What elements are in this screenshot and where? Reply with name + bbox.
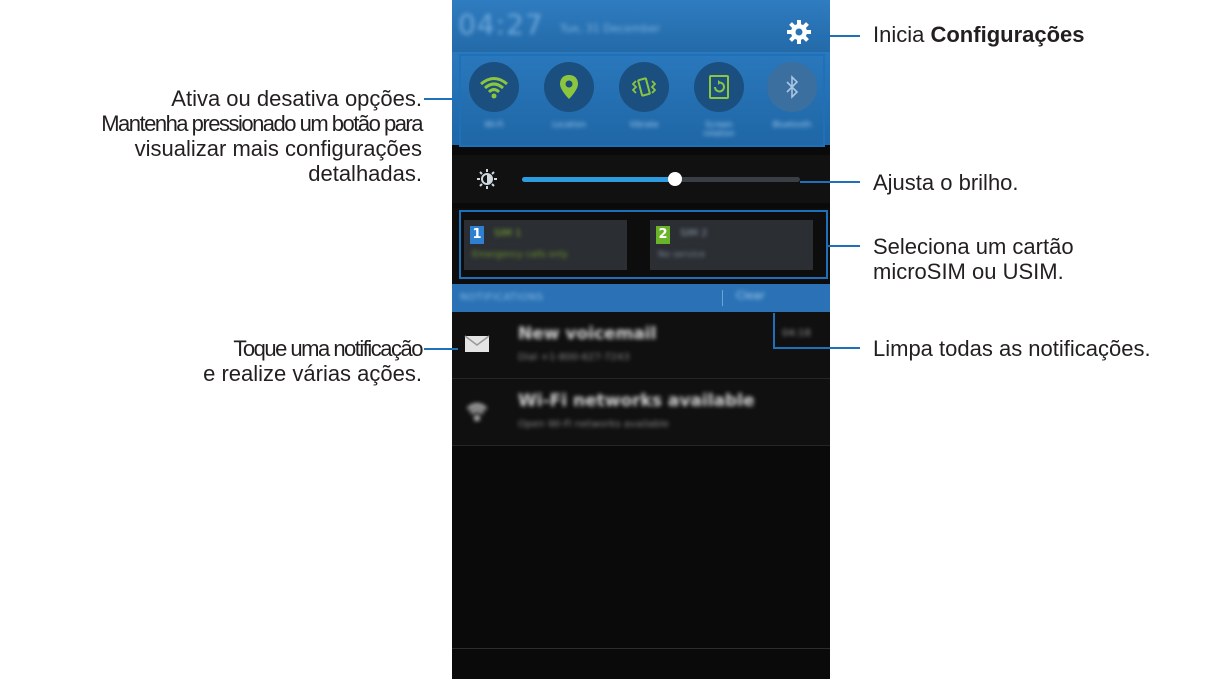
brightness-slider-thumb[interactable] xyxy=(667,172,682,186)
clear-button[interactable]: Clear xyxy=(736,289,765,302)
notification-subtitle: Dial +1-800-627-7243 xyxy=(518,352,630,363)
callout-line-clear-vertical xyxy=(773,313,775,349)
annotation-brightness: Ajusta o brilho. xyxy=(873,170,1019,195)
notification-subtitle: Open Wi-Fi networks available xyxy=(518,419,670,430)
callout-line-settings xyxy=(815,35,860,37)
notification-time: 04:18 xyxy=(782,328,811,339)
annotation-sim: Seleciona um cartão microSIM ou USIM. xyxy=(873,234,1074,284)
voicemail-envelope-icon xyxy=(464,334,490,356)
notification-wifi[interactable]: Wi-Fi networks available Open Wi-Fi netw… xyxy=(452,379,830,446)
notification-title: New voicemail xyxy=(518,324,657,344)
brightness-sun-icon xyxy=(476,168,498,190)
status-date: Tue, 31 December xyxy=(560,22,661,35)
status-bar: 04:27 Tue, 31 December xyxy=(452,0,830,52)
notifications-title: NOTIFICATIONS xyxy=(460,292,544,303)
quick-settings-highlight xyxy=(459,54,825,147)
annotation-notification: Toque uma notificação e realize várias a… xyxy=(203,336,423,386)
gear-icon[interactable] xyxy=(785,18,813,46)
sim-selector-highlight xyxy=(459,210,828,279)
callout-line-notification xyxy=(424,348,458,350)
callout-line-quick-settings xyxy=(424,98,461,100)
brightness-bar xyxy=(452,155,830,203)
notification-title: Wi-Fi networks available xyxy=(518,391,755,411)
header-divider xyxy=(722,290,723,306)
panel-divider xyxy=(452,648,830,649)
notifications-header: NOTIFICATIONS Clear xyxy=(452,284,830,312)
annotation-quick-settings: Ativa ou desativa opções. Mantenha press… xyxy=(101,86,423,186)
callout-line-clear xyxy=(773,347,860,349)
brightness-slider-fill xyxy=(522,177,675,182)
callout-line-brightness xyxy=(800,181,860,183)
callout-line-sim xyxy=(826,245,860,247)
annotation-clear: Limpa todas as notificações. xyxy=(873,336,1151,361)
clock-time: 04:27 xyxy=(458,8,544,41)
annotation-settings: Inicia Configurações xyxy=(873,22,1085,47)
brightness-slider[interactable] xyxy=(522,172,800,186)
wifi-signal-icon xyxy=(464,401,490,423)
